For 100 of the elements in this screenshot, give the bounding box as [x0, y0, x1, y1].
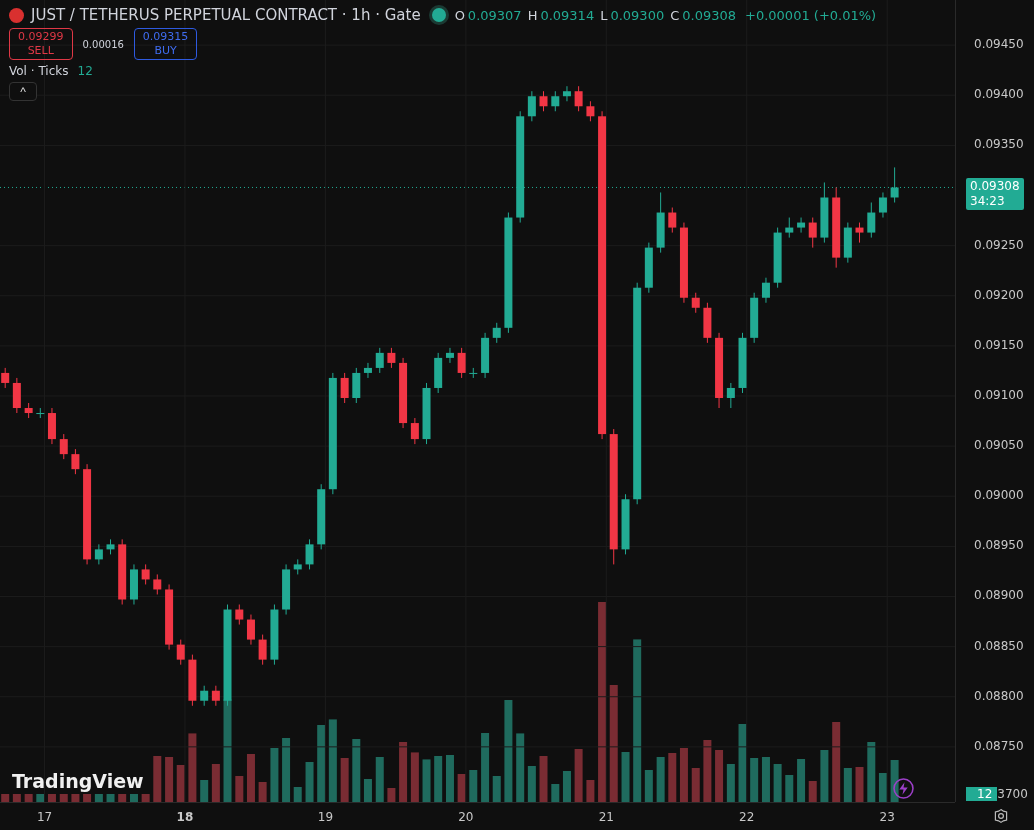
volume-bar	[141, 794, 150, 802]
candle	[176, 639, 185, 666]
sell-button[interactable]: 0.09299 SELL	[9, 28, 73, 60]
candle	[562, 85, 571, 102]
volume-bar	[808, 781, 817, 802]
volume-bar	[527, 766, 536, 802]
volume-bar	[36, 794, 45, 802]
volume-bar	[703, 740, 712, 802]
volume-bar	[843, 768, 852, 802]
volume-bar	[12, 794, 21, 802]
ohlc-key: L	[600, 7, 608, 23]
volume-bar	[621, 752, 630, 802]
candle	[340, 372, 349, 404]
collapse-button[interactable]: ^	[9, 82, 37, 101]
candle	[586, 100, 595, 122]
candle	[71, 448, 80, 475]
time-tick: 22	[738, 810, 756, 824]
volume-bar	[820, 750, 829, 802]
candle	[820, 181, 829, 244]
volume-bar	[867, 742, 876, 802]
candle	[668, 207, 677, 234]
candle	[24, 402, 33, 419]
candle	[843, 222, 852, 264]
candle	[726, 382, 735, 409]
candle	[539, 90, 548, 112]
candle	[153, 573, 162, 595]
volume-bar	[562, 771, 571, 802]
volume-bar	[797, 759, 806, 802]
candle	[761, 277, 770, 304]
time-tick: 18	[175, 810, 195, 824]
buy-button[interactable]: 0.09315 BUY	[133, 28, 198, 60]
candle	[94, 543, 103, 565]
candle	[141, 563, 150, 585]
ohlc-value: 0.09307	[467, 7, 522, 23]
volume-bar	[375, 757, 384, 802]
spread-value: 0.00016	[82, 38, 124, 50]
candle	[387, 347, 396, 369]
volume-bar	[118, 794, 127, 802]
candle	[59, 433, 68, 460]
candle	[797, 217, 806, 234]
volume-bar	[235, 776, 244, 802]
candle	[773, 227, 782, 289]
price-tick: 0.09400	[974, 87, 1024, 102]
settings-icon[interactable]	[993, 808, 1009, 824]
volume-bar	[785, 775, 794, 802]
volume-bar	[1, 794, 10, 802]
candle	[551, 90, 560, 112]
volume-bar	[750, 758, 759, 802]
volume-bar	[855, 767, 864, 802]
candle	[434, 352, 443, 394]
volume-bar	[574, 749, 583, 802]
volume-bar	[481, 733, 490, 802]
volume-bar	[153, 756, 162, 802]
ohlc-value: 0.09308	[682, 7, 737, 23]
price-change: +0.00001 (+0.01%)	[745, 7, 877, 23]
volume-bar	[340, 758, 349, 802]
volume-bar	[47, 794, 56, 802]
volume-bar	[656, 757, 665, 802]
candle	[317, 483, 326, 550]
price-tick: 0.08900	[974, 588, 1024, 603]
ohlc-value: 0.09314	[540, 7, 595, 23]
candle	[878, 192, 887, 219]
volume-bar	[516, 733, 525, 802]
candle	[188, 654, 197, 707]
price-tick: 0.08950	[974, 538, 1024, 553]
candle	[855, 222, 864, 244]
volume-bar	[94, 794, 103, 802]
tradingview-logo: TradingView	[12, 770, 144, 792]
price-tick: 3700	[997, 787, 1028, 801]
candle	[481, 332, 490, 379]
volume-bar	[445, 755, 454, 802]
ohlc-value: 0.09300	[610, 7, 665, 23]
volume-bar	[773, 764, 782, 802]
time-tick: 19	[316, 810, 335, 824]
last-price-label: 0.09308 34:23	[966, 178, 1024, 211]
volume-bar	[492, 776, 501, 802]
volume-bar	[668, 753, 677, 802]
lightning-icon[interactable]	[893, 778, 914, 799]
volume-bar	[679, 748, 688, 802]
volume-badge: 12	[966, 787, 998, 801]
candle	[691, 292, 700, 314]
volume-bar	[434, 756, 443, 802]
volume-bar	[457, 774, 466, 802]
indicator-name: Vol · Ticks	[9, 64, 69, 78]
volume-bar	[258, 782, 267, 802]
time-tick: 21	[597, 810, 615, 824]
candle	[527, 90, 536, 122]
candle	[890, 166, 899, 203]
indicator-value: 12	[77, 64, 93, 78]
candle	[399, 357, 408, 429]
price-tick: 0.09200	[974, 287, 1024, 302]
volume-bar	[188, 733, 197, 802]
price-tick: 0.08850	[974, 638, 1024, 653]
volume-bar	[246, 754, 255, 802]
price-tick: 0.09250	[974, 237, 1024, 252]
volume-bar	[399, 742, 408, 802]
volume-bar	[539, 756, 548, 802]
volume-bar	[726, 764, 735, 802]
candle	[410, 417, 419, 445]
candle	[644, 242, 653, 294]
